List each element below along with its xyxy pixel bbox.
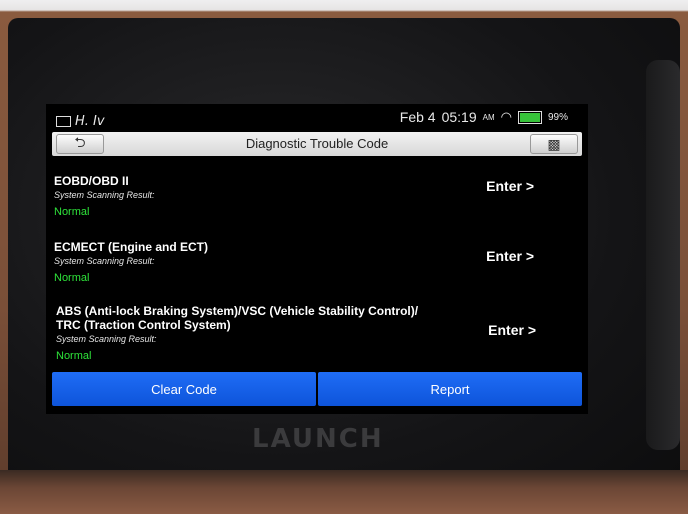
system-scan-result: Normal xyxy=(56,350,92,362)
exit-button[interactable]: ▩ xyxy=(530,134,578,154)
enter-button[interactable]: Enter > xyxy=(486,248,534,264)
system-scan-result: Normal xyxy=(54,206,90,218)
status-left: H. Iv xyxy=(56,114,105,129)
report-button[interactable]: Report xyxy=(318,372,582,406)
device-grip xyxy=(646,60,680,450)
list-item: ABS (Anti-lock Braking System)/VSC (Vehi… xyxy=(56,304,586,362)
enter-button[interactable]: Enter > xyxy=(486,178,534,194)
system-scan-result: Normal xyxy=(54,272,90,284)
clear-code-button[interactable]: Clear Code xyxy=(52,372,316,406)
screen: H. Iv Feb 4 05:19 AM ◠ 99% ⮌ Diagnostic … xyxy=(46,104,588,414)
battery-percent: 99% xyxy=(547,111,568,123)
list-item: ECMECT (Engine and ECT) System Scanning … xyxy=(54,240,584,284)
action-bar: Clear Code Report xyxy=(52,372,582,406)
status-time: 05:19 xyxy=(441,109,477,125)
battery-icon xyxy=(517,110,542,124)
screen-icon xyxy=(56,116,71,127)
exit-icon: ▩ xyxy=(547,135,561,152)
list-item: EOBD/OBD II System Scanning Result: Norm… xyxy=(54,174,584,218)
brand-logo: LAUNCH xyxy=(252,424,384,454)
wifi-icon: ◠ xyxy=(500,109,512,124)
status-left-text: H. Iv xyxy=(75,114,105,129)
title-bar: ⮌ Diagnostic Trouble Code ▩ xyxy=(52,132,582,156)
enter-button[interactable]: Enter > xyxy=(488,322,536,338)
status-right: Feb 4 05:19 AM ◠ 99% xyxy=(400,109,568,125)
status-bar: H. Iv Feb 4 05:19 AM ◠ 99% xyxy=(46,104,588,134)
status-ampm: AM xyxy=(482,112,495,122)
status-date: Feb 4 xyxy=(399,109,436,125)
device-edge xyxy=(0,470,688,514)
page-title: Diagnostic Trouble Code xyxy=(245,136,389,151)
